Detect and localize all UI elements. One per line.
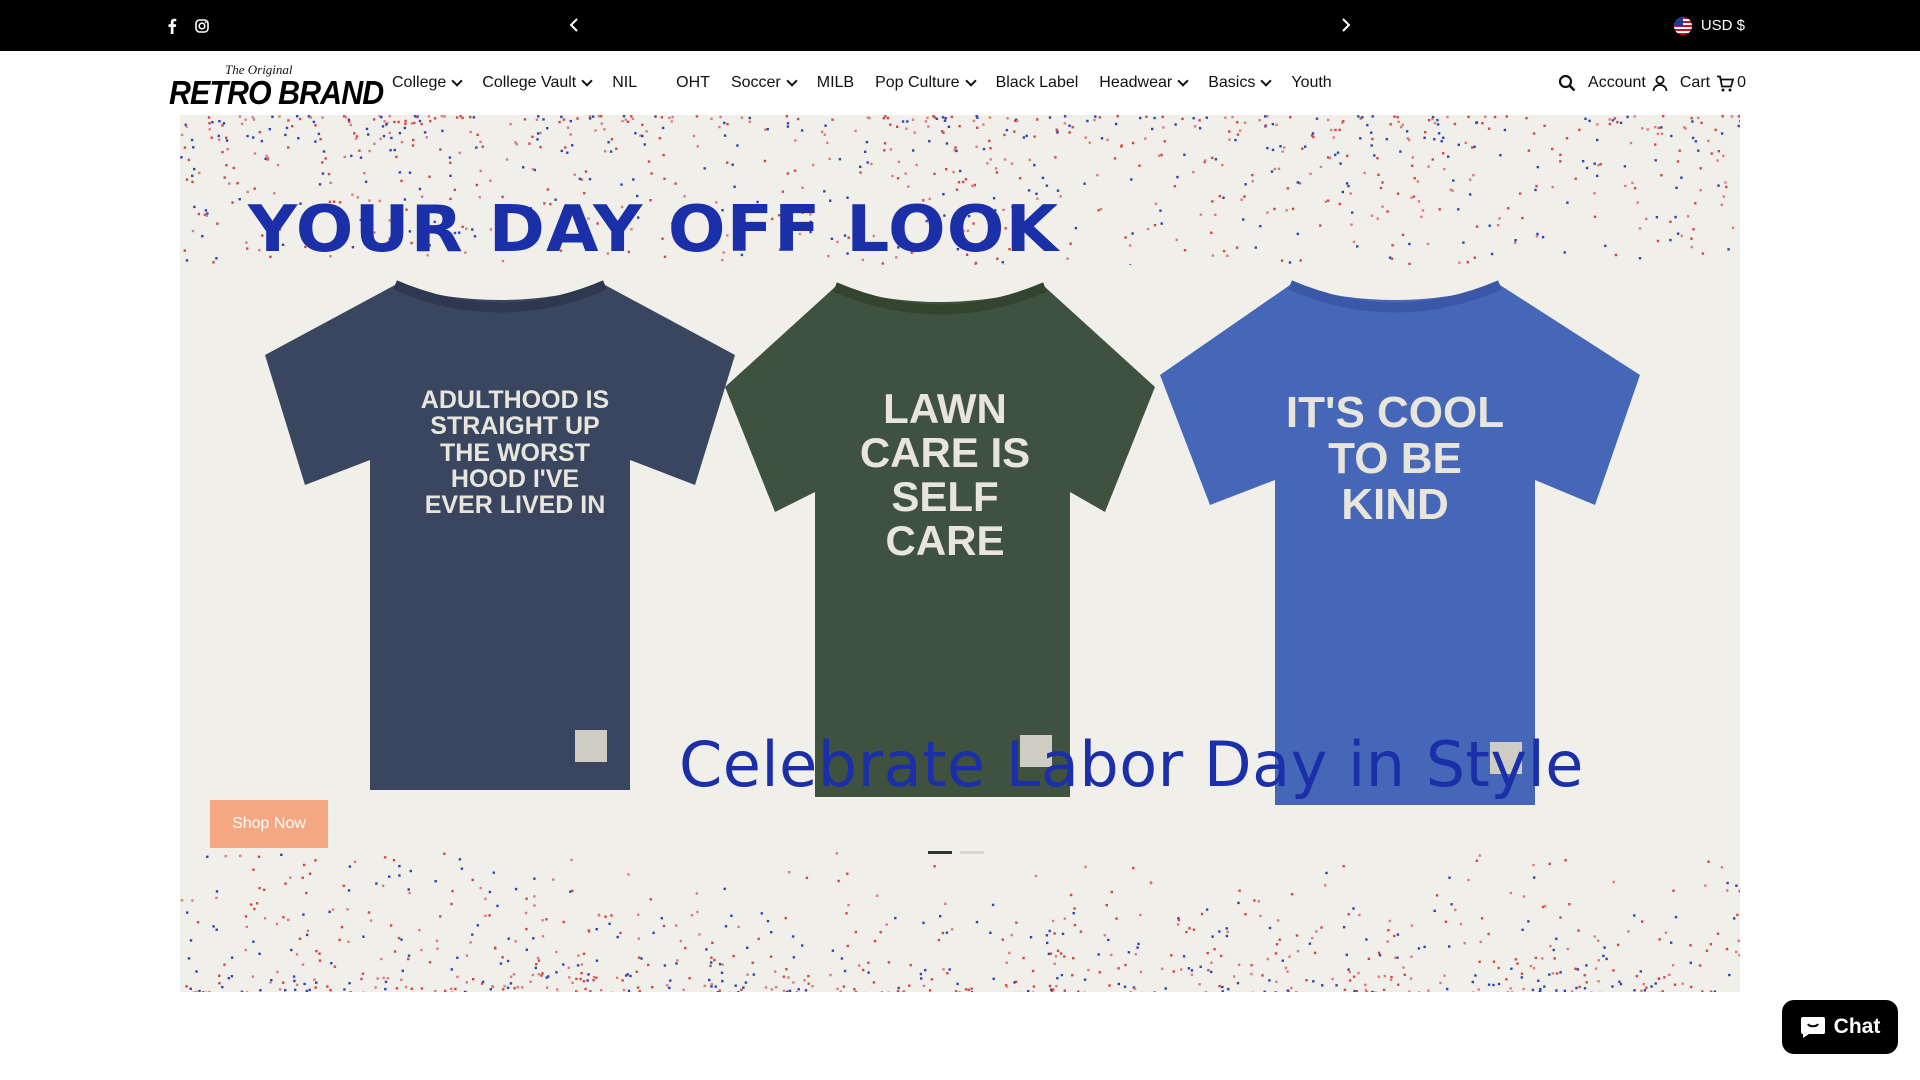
nav-college-vault[interactable]: College Vault	[482, 74, 593, 92]
cart-icon	[1717, 75, 1735, 91]
chevron-left-icon[interactable]	[562, 13, 586, 37]
nav-nil[interactable]: NIL	[612, 74, 637, 92]
nav-label: Soccer	[730, 74, 781, 91]
chevron-down-icon	[451, 75, 463, 87]
site-header: The Original RETRO BRAND College College…	[0, 51, 1920, 115]
cart-count: 0	[1737, 74, 1746, 91]
slide-dot[interactable]	[928, 851, 952, 854]
search-icon[interactable]	[1558, 74, 1576, 92]
currency-label: USD $	[1700, 17, 1745, 34]
tshirt-image-cool-to-be-kind	[1160, 280, 1640, 805]
chevron-right-icon[interactable]	[1334, 13, 1358, 37]
nav-soccer[interactable]: Soccer	[730, 74, 798, 92]
currency-selector[interactable]: USD $	[1673, 0, 1745, 51]
nav-headwear[interactable]: Headwear	[1099, 74, 1189, 92]
nav-label: Basics	[1208, 74, 1256, 91]
chat-label: Chat	[1833, 1015, 1881, 1038]
confetti-decoration	[180, 852, 1740, 992]
tshirt-image-adulthood	[265, 280, 735, 790]
facebook-icon[interactable]	[167, 0, 177, 51]
nav-black-label[interactable]: Black Label	[996, 74, 1079, 92]
hero-banner[interactable]: YOUR DAY OFF LOOK ADULTHOOD IS STRAIGHT …	[180, 115, 1740, 992]
hero-headline: YOUR DAY OFF LOOK	[248, 193, 1060, 267]
nav-label: NIL	[612, 74, 638, 91]
main-nav: College College Vault NIL OHT Soccer MIL…	[392, 51, 1353, 115]
nav-youth[interactable]: Youth	[1291, 74, 1331, 92]
nav-label: Headwear	[1099, 74, 1173, 91]
nav-label: College	[392, 74, 447, 91]
nav-oht[interactable]: OHT	[676, 74, 710, 92]
shirt-graphic-text: IT'S COOL TO BE KIND	[1285, 388, 1505, 530]
chevron-down-icon	[786, 75, 798, 87]
nav-label: OHT	[676, 74, 710, 91]
nav-label: Black Label	[995, 74, 1079, 91]
slide-dot[interactable]	[960, 851, 984, 854]
instagram-icon[interactable]	[195, 0, 209, 51]
slider-pagination	[928, 851, 984, 854]
nav-label: Youth	[1291, 74, 1332, 91]
cart-link[interactable]: Cart 0	[1680, 74, 1746, 92]
announcement-bar: USD $	[0, 0, 1920, 51]
shirt-graphic-text: LAWN CARE IS SELF CARE	[859, 385, 1031, 565]
nav-college[interactable]: College	[392, 74, 463, 92]
shirt-graphic-text: ADULTHOOD IS STRAIGHT UP THE WORST HOOD …	[420, 386, 610, 519]
account-label: Account	[1588, 74, 1646, 91]
nav-pop-culture[interactable]: Pop Culture	[875, 74, 977, 92]
header-actions: Account Cart 0	[1558, 51, 1746, 115]
us-flag-icon	[1673, 16, 1692, 35]
nav-basics[interactable]: Basics	[1208, 74, 1273, 92]
shop-now-button[interactable]: Shop Now	[210, 800, 328, 848]
hero-subline: Celebrate Labor Day in Style	[679, 728, 1584, 801]
chevron-down-icon	[581, 75, 593, 87]
account-link[interactable]: Account	[1588, 74, 1668, 92]
user-icon	[1652, 75, 1668, 91]
nav-label: College Vault	[482, 74, 577, 91]
cart-label: Cart	[1679, 74, 1711, 91]
logo-wordmark: RETRO BRAND	[169, 74, 384, 111]
nav-label: MILB	[816, 74, 855, 91]
nav-milb[interactable]: MILB	[817, 74, 854, 92]
chevron-down-icon	[1177, 75, 1189, 87]
nav-label: Pop Culture	[875, 74, 960, 91]
chat-bubble-icon	[1800, 1017, 1825, 1038]
chevron-down-icon	[1260, 75, 1273, 87]
logo[interactable]: The Original RETRO BRAND	[169, 62, 384, 111]
chat-button[interactable]: Chat	[1782, 1000, 1898, 1054]
chevron-down-icon	[964, 75, 977, 87]
